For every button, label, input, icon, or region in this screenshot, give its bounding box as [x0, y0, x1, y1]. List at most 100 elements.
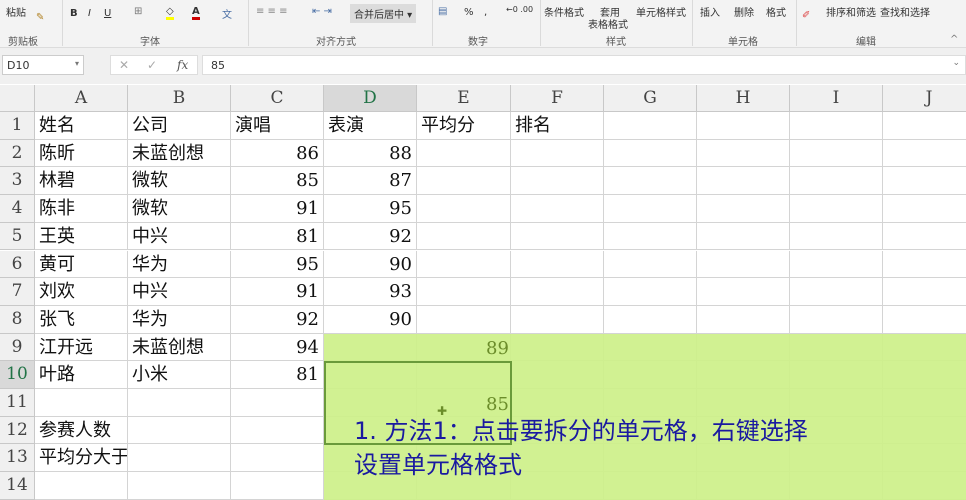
- format-painter-icon[interactable]: ✎: [36, 12, 44, 23]
- enter-icon[interactable]: ✓: [147, 58, 157, 72]
- cell-E2[interactable]: [417, 139, 511, 168]
- cell-C5[interactable]: 81: [231, 222, 324, 251]
- expand-formula-icon[interactable]: ⌄: [952, 58, 960, 68]
- font-color-icon[interactable]: A: [192, 6, 200, 20]
- cell-I8[interactable]: [790, 305, 883, 334]
- insert-function-button[interactable]: fx: [177, 58, 188, 72]
- cell-I3[interactable]: [790, 167, 883, 196]
- cell-D3[interactable]: 87: [324, 167, 417, 196]
- cell-G4[interactable]: [604, 195, 697, 223]
- column-header-I[interactable]: I: [790, 85, 883, 112]
- cell-F5[interactable]: [511, 222, 604, 251]
- cell-H5[interactable]: [697, 222, 790, 251]
- formula-input[interactable]: 85: [202, 55, 966, 75]
- column-header-A[interactable]: A: [35, 85, 128, 112]
- column-header-B[interactable]: B: [128, 85, 231, 112]
- cell-B10[interactable]: 小米: [128, 361, 231, 389]
- cell-D7[interactable]: 93: [324, 278, 417, 306]
- cell-E5[interactable]: [417, 222, 511, 251]
- cell-D4[interactable]: 95: [324, 195, 417, 223]
- cell-A11[interactable]: [35, 389, 128, 417]
- cell-I2[interactable]: [790, 139, 883, 168]
- cell-H4[interactable]: [697, 195, 790, 223]
- cell-F6[interactable]: [511, 250, 604, 279]
- row-header-12[interactable]: 12: [0, 416, 35, 445]
- cell-D8[interactable]: 90: [324, 305, 417, 334]
- row-header-2[interactable]: 2: [0, 139, 35, 168]
- cell-B13[interactable]: [128, 444, 231, 473]
- column-header-J[interactable]: J: [883, 85, 966, 112]
- cell-B11[interactable]: [128, 389, 231, 417]
- name-box[interactable]: D10 ▾: [2, 55, 84, 75]
- cell-G6[interactable]: [604, 250, 697, 279]
- cell-A7[interactable]: 刘欢: [35, 278, 128, 306]
- row-header-8[interactable]: 8: [0, 305, 35, 334]
- cell-C1[interactable]: 演唱: [231, 112, 324, 140]
- row-header-14[interactable]: 14: [0, 472, 35, 500]
- cancel-icon[interactable]: ✕: [119, 58, 129, 72]
- cell-F1[interactable]: 排名: [511, 112, 604, 140]
- cell-F2[interactable]: [511, 139, 604, 168]
- cell-J2[interactable]: [883, 140, 966, 168]
- column-header-D[interactable]: D: [324, 85, 417, 112]
- cell-I1[interactable]: [790, 112, 883, 140]
- row-header-7[interactable]: 7: [0, 278, 35, 306]
- row-header-10[interactable]: 10: [0, 361, 35, 389]
- cell-C6[interactable]: 95: [231, 250, 324, 279]
- cell-C9[interactable]: 94: [231, 333, 324, 362]
- row-header-13[interactable]: 13: [0, 444, 35, 473]
- cell-F7[interactable]: [511, 278, 604, 306]
- cell-I7[interactable]: [790, 278, 883, 306]
- cell-B4[interactable]: 微软: [128, 195, 231, 223]
- comma-button[interactable]: ,: [484, 7, 487, 18]
- cell-J6[interactable]: [883, 251, 966, 279]
- cell-C7[interactable]: 91: [231, 278, 324, 306]
- fill-color-icon[interactable]: ◇: [166, 6, 174, 20]
- row-header-1[interactable]: 1: [0, 112, 35, 140]
- cell-C13[interactable]: [231, 444, 324, 473]
- cell-G3[interactable]: [604, 167, 697, 196]
- cell-B6[interactable]: 华为: [128, 250, 231, 279]
- cell-H7[interactable]: [697, 278, 790, 306]
- cell-C10[interactable]: 81: [231, 361, 324, 389]
- cell-J5[interactable]: [883, 223, 966, 251]
- cell-G7[interactable]: [604, 278, 697, 306]
- cell-E3[interactable]: [417, 167, 511, 196]
- cell-D6[interactable]: 90: [324, 250, 417, 279]
- find-select-button[interactable]: 查找和选择: [880, 4, 930, 19]
- cell-D1[interactable]: 表演: [324, 112, 417, 140]
- cell-B5[interactable]: 中兴: [128, 222, 231, 251]
- cell-G2[interactable]: [604, 139, 697, 168]
- indent-icons[interactable]: ⇤ ⇥: [312, 6, 332, 17]
- cell-B2[interactable]: 未蓝创想: [128, 139, 231, 168]
- cell-H2[interactable]: [697, 139, 790, 168]
- cell-C11[interactable]: [231, 389, 324, 417]
- italic-button[interactable]: I: [88, 8, 91, 19]
- delete-button[interactable]: 删除: [734, 4, 754, 19]
- cell-A1[interactable]: 姓名: [35, 112, 128, 140]
- cell-A9[interactable]: 江开远: [35, 333, 128, 362]
- align-icons[interactable]: ≡ ≡ ≡: [256, 6, 288, 17]
- cell-F3[interactable]: [511, 167, 604, 196]
- row-header-9[interactable]: 9: [0, 333, 35, 362]
- column-header-G[interactable]: G: [604, 85, 697, 112]
- insert-button[interactable]: 插入: [700, 4, 720, 19]
- cell-H3[interactable]: [697, 167, 790, 196]
- cell-B12[interactable]: [128, 416, 231, 445]
- cell-C3[interactable]: 85: [231, 167, 324, 196]
- cell-B7[interactable]: 中兴: [128, 278, 231, 306]
- cell-C4[interactable]: 91: [231, 195, 324, 223]
- cell-G8[interactable]: [604, 305, 697, 334]
- cell-G5[interactable]: [604, 222, 697, 251]
- clear-icon[interactable]: ✐: [802, 10, 810, 21]
- row-header-11[interactable]: 11: [0, 389, 35, 417]
- paste-button[interactable]: 粘贴: [6, 4, 26, 19]
- column-header-H[interactable]: H: [697, 85, 790, 112]
- collapse-ribbon-icon[interactable]: ^: [950, 34, 958, 45]
- cell-B14[interactable]: [128, 472, 231, 500]
- row-header-5[interactable]: 5: [0, 222, 35, 251]
- cell-A14[interactable]: [35, 472, 128, 500]
- format-button[interactable]: 格式: [766, 4, 786, 19]
- column-header-C[interactable]: C: [231, 85, 324, 112]
- cell-A3[interactable]: 林碧: [35, 167, 128, 196]
